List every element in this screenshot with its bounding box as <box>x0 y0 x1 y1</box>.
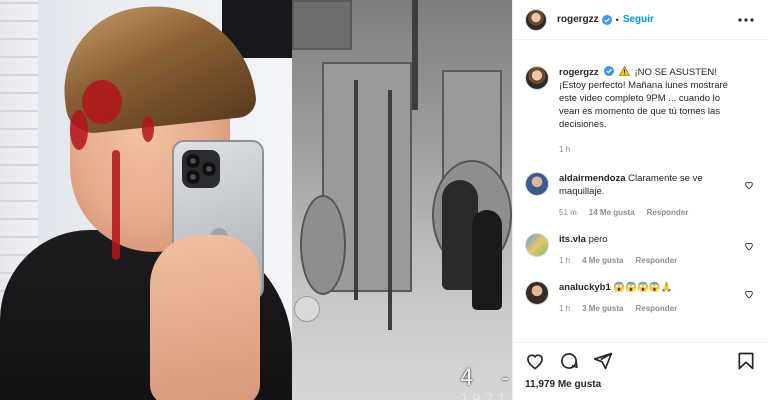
set-beam <box>388 90 392 330</box>
caption-time[interactable]: 1 h <box>559 143 570 156</box>
set-panel <box>292 0 352 50</box>
comment-icon[interactable] <box>559 351 579 371</box>
comment-username[interactable]: analuckyb1 <box>559 282 611 293</box>
comment-body: analuckyb1 😱😱😱😱🙏 1 h 3 Me gusta Responde… <box>559 281 756 315</box>
instagram-post: 4 - 1 1971 rogergzz • Seguir rogergzz <box>0 0 768 400</box>
verified-badge-icon <box>601 14 612 25</box>
comment-text: pero <box>588 234 608 245</box>
set-beam <box>354 80 358 300</box>
heart-icon[interactable] <box>744 241 754 251</box>
reply-button[interactable]: Responder <box>635 254 677 267</box>
person-figure <box>472 210 502 310</box>
blood-streak <box>112 150 120 260</box>
comment-time[interactable]: 51 m <box>559 206 577 219</box>
comments-list[interactable]: rogergzz ¡NO SE ASUSTEN! ¡Estoy perfecto… <box>513 50 768 342</box>
share-icon[interactable] <box>593 351 613 371</box>
reply-button[interactable]: Responder <box>635 302 677 315</box>
comment-body: aldairmendoza Claramente se ve maquillaj… <box>559 172 756 219</box>
comment-item: its.vla pero 1 h 4 Me gusta Responder <box>525 233 756 267</box>
camera-module <box>182 150 220 188</box>
comment-meta: 51 m 14 Me gusta Responder <box>559 206 734 219</box>
heart-icon[interactable] <box>744 180 754 190</box>
hand <box>150 235 260 400</box>
author-avatar[interactable] <box>525 8 547 31</box>
blood-mark <box>142 116 154 142</box>
comment-body: its.vla pero 1 h 4 Me gusta Responder <box>559 233 756 267</box>
caption-meta: 1 h <box>559 143 734 156</box>
comment-avatar[interactable] <box>525 233 549 257</box>
comment-likes[interactable]: 3 Me gusta <box>582 302 623 315</box>
selfie-photo <box>0 0 292 400</box>
comment-avatar[interactable] <box>525 172 549 196</box>
post-sidebar: rogergzz • Seguir rogergzz ¡NO SE ASUSTE… <box>512 0 768 400</box>
comment-text: 😱😱😱😱🙏 <box>613 282 673 293</box>
comment-time[interactable]: 1 h <box>559 254 570 267</box>
camera-lens <box>186 154 200 168</box>
comment-item: aldairmendoza Claramente se ve maquillaj… <box>525 172 756 219</box>
video-frame <box>292 0 512 400</box>
more-options-icon[interactable] <box>736 13 756 27</box>
round-table <box>300 195 346 295</box>
blood-mark <box>70 110 88 150</box>
heart-icon[interactable] <box>525 351 545 371</box>
comment-meta: 1 h 3 Me gusta Responder <box>559 302 734 315</box>
comment-likes[interactable]: 14 Me gusta <box>589 206 635 219</box>
reply-button[interactable]: Responder <box>647 206 689 219</box>
comment-time[interactable]: 1 h <box>559 302 570 315</box>
ball <box>294 296 320 322</box>
author-username[interactable]: rogergzz <box>557 14 599 25</box>
caption-body: rogergzz ¡NO SE ASUSTEN! ¡Estoy perfecto… <box>559 65 756 156</box>
video-overlay-text-2: 1971 <box>460 392 510 400</box>
set-beam <box>412 0 418 110</box>
action-icons <box>525 351 756 371</box>
comment-username[interactable]: its.vla <box>559 234 586 245</box>
comment-avatar[interactable] <box>525 281 549 305</box>
caption-avatar[interactable] <box>525 66 549 90</box>
caption: rogergzz ¡NO SE ASUSTEN! ¡Estoy perfecto… <box>525 65 756 156</box>
verified-badge-icon <box>604 66 615 76</box>
comment-username[interactable]: aldairmendoza <box>559 173 626 184</box>
camera-lens <box>202 162 216 176</box>
comment-item: analuckyb1 😱😱😱😱🙏 1 h 3 Me gusta Responde… <box>525 281 756 315</box>
likes-count[interactable]: 11,979 Me gusta <box>525 379 756 390</box>
warning-icon <box>618 65 630 76</box>
follow-button[interactable]: Seguir <box>623 14 654 25</box>
caption-username[interactable]: rogergzz <box>559 67 599 78</box>
camera-lens <box>186 170 200 184</box>
blood-mark <box>82 80 122 124</box>
post-header: rogergzz • Seguir <box>513 0 768 40</box>
comment-meta: 1 h 4 Me gusta Responder <box>559 254 734 267</box>
bookmark-icon[interactable] <box>736 351 756 371</box>
header-separator: • <box>615 14 619 25</box>
comment-likes[interactable]: 4 Me gusta <box>582 254 623 267</box>
post-actions: 11,979 Me gusta <box>513 342 768 400</box>
post-media[interactable]: 4 - 1 1971 <box>0 0 512 400</box>
heart-icon[interactable] <box>744 289 754 299</box>
video-overlay-text: 4 - 1 <box>460 366 512 391</box>
